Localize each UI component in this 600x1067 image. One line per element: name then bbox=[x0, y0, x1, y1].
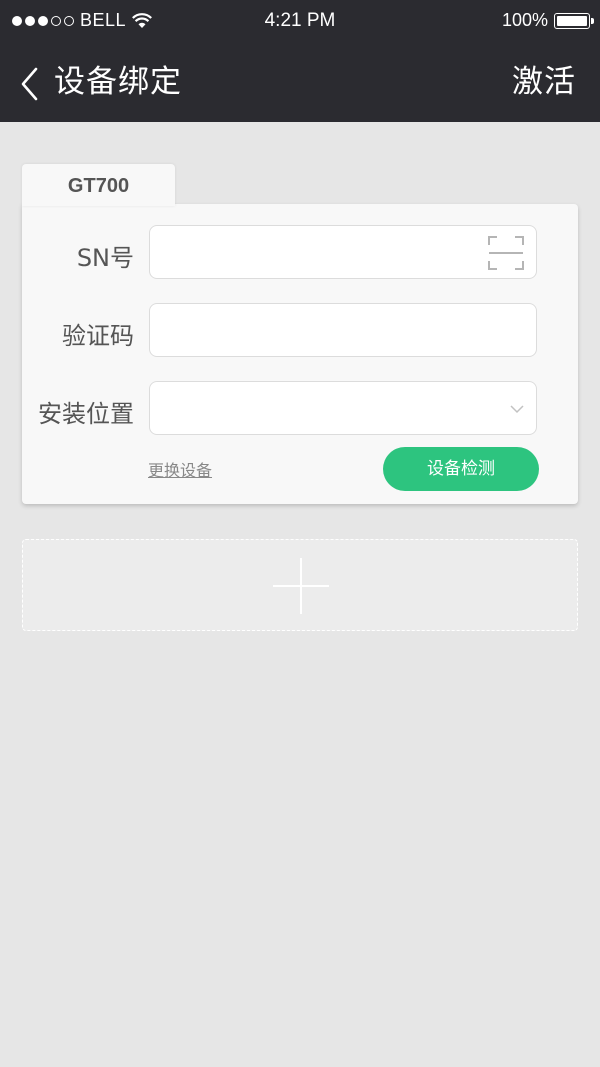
sn-label: SN号 bbox=[76, 244, 134, 272]
add-device-button[interactable] bbox=[22, 539, 578, 631]
code-input[interactable] bbox=[150, 304, 536, 356]
device-bind-card: SN号 验证码 安装位置 更换设备 设备检测 bbox=[22, 204, 578, 504]
battery-icon bbox=[554, 12, 594, 29]
battery-percent: 100% bbox=[501, 10, 548, 30]
sn-input[interactable] bbox=[150, 226, 536, 278]
scan-icon[interactable] bbox=[488, 236, 524, 270]
status-bar-right: 100% bbox=[501, 10, 594, 31]
code-label: 验证码 bbox=[62, 322, 134, 350]
code-field[interactable] bbox=[149, 303, 537, 357]
replace-device-link[interactable]: 更换设备 bbox=[148, 457, 212, 481]
tab-device-model[interactable]: GT700 bbox=[22, 164, 175, 206]
status-bar: BELL 4:21 PM 100% bbox=[0, 0, 600, 44]
activate-button[interactable]: 激活 bbox=[512, 62, 576, 102]
sn-field[interactable] bbox=[149, 225, 537, 279]
chevron-left-icon[interactable] bbox=[18, 66, 42, 102]
location-label: 安装位置 bbox=[38, 400, 134, 428]
nav-bar: 设备绑定 激活 bbox=[0, 44, 600, 122]
location-select[interactable] bbox=[149, 381, 537, 435]
chevron-down-icon bbox=[510, 405, 524, 414]
detect-device-button[interactable]: 设备检测 bbox=[383, 447, 539, 491]
plus-icon bbox=[273, 558, 329, 614]
page-title: 设备绑定 bbox=[54, 64, 182, 100]
